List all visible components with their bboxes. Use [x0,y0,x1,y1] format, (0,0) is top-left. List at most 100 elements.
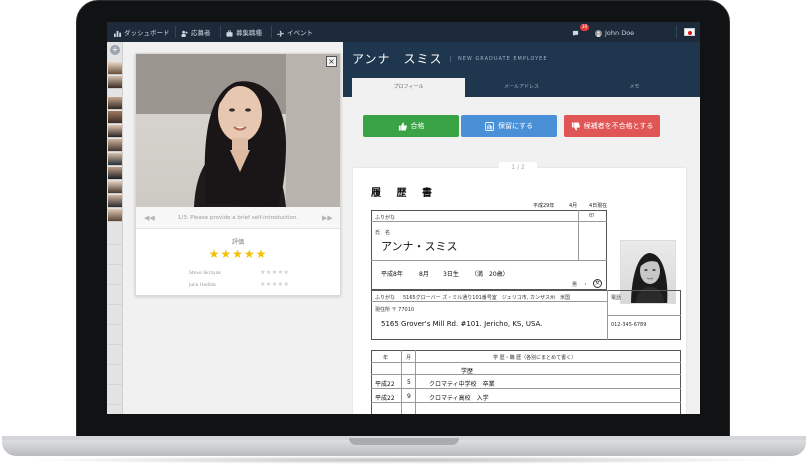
applicant-thumbnail[interactable] [108,111,122,124]
age: （満 20歳） [471,271,509,278]
tab-profile[interactable]: プロフィール [352,78,465,97]
applicant-name: アンナ・スミス [381,240,458,253]
nav-divider [175,26,176,38]
rater-stars: ★★★★★ [260,281,290,288]
divider [578,210,579,260]
applicant-thumbnail[interactable] [108,167,122,180]
applicant-thumbnail[interactable] [108,181,122,194]
resume-date-era: 平成29年 [533,203,555,209]
history-item: クロマティ高校 入学 [429,395,489,402]
resume-title: 履 歴 書 [371,188,438,199]
candidate-header: アンナ スミス NEW GRADUATE EMPLOYEE プロフィール メール… [343,42,700,97]
history-month: 9 [407,393,411,400]
history-col-year: 年 [383,355,389,361]
nav-jobs[interactable]: 募集職種 [226,28,262,38]
rating-title: 評価 [231,239,244,246]
nav-divider [220,26,221,38]
notification-badge: 30 [580,24,589,31]
japan-flag-icon[interactable] [684,28,695,36]
empty-slot [108,332,122,345]
seal-label: 印 [589,213,595,219]
history-col-item: 学 歴・職 歴（各別にまとめて書く） [493,355,577,361]
divider [371,374,681,375]
pass-button[interactable]: 合格 [363,115,459,137]
close-button[interactable]: × [326,56,337,67]
action-bar: 合格 保留にする 候補者を不合格とする [343,97,700,152]
divider [415,350,416,414]
history-month: 5 [407,379,411,386]
applicant-thumbnail[interactable] [108,209,122,222]
nav-events[interactable]: イベント [277,28,313,38]
history-year: 平成22 [375,381,395,388]
history-col-month: 月 [406,355,412,361]
page-number: 1 / 2 [499,162,537,174]
history-heading: 学歴 [461,368,474,375]
video-frame [136,54,340,207]
overall-rating-stars[interactable]: ★★★★★ [136,247,340,261]
resume-date-month: 4月 [569,203,578,209]
pass-label: 合格 [410,122,425,130]
reject-button[interactable]: 候補者を不合格とする [564,115,660,137]
chat-bubble-icon [572,30,579,36]
reject-label: 候補者を不合格とする [583,122,654,130]
nav-events-label: イベント [287,29,313,37]
phone-value: 012-345-6789 [611,322,647,328]
applicant-thumbnail[interactable] [108,97,122,110]
empty-slot [108,392,122,405]
candidate-role: NEW GRADUATE EMPLOYEE [450,56,547,62]
rater-name: Julia Hadida [189,283,216,288]
profile-tabs: プロフィール メールアドレス メモ [352,78,692,97]
applicant-thumbnail[interactable] [108,62,122,75]
interview-video[interactable] [136,54,340,207]
rater-name: Steve Skrzyak [189,271,221,276]
notification-button[interactable] [572,28,579,38]
hold-button[interactable]: 保留にする [461,115,557,137]
empty-slot [108,312,122,325]
nav-dashboard[interactable]: ダッシュボード [114,28,170,38]
empty-slot [108,372,122,385]
applicant-thumbnail[interactable] [108,153,122,166]
question-bar: ◀◀ 1/3: Please provide a brief self-intr… [136,207,340,229]
empty-slot [108,252,122,265]
avatar [595,29,602,37]
airplane-icon [277,30,284,37]
users-icon [181,30,188,37]
address-furigana: 5165グローバー ズ・ミル通り101番号室 ジェリコ市, カンザス州 米国 [403,295,570,301]
resume-date-day: 4日現在 [589,203,608,209]
candidate-name: アンナ スミス [352,52,443,66]
applicant-thumbnail[interactable] [108,139,122,152]
phone-label: 電話 [611,295,622,301]
thumbs-down-icon [571,121,580,131]
nav-applicants[interactable]: 応募者 [181,28,211,38]
tab-email[interactable]: メールアドレス [465,78,578,97]
hold-label: 保留にする [497,122,534,130]
applicant-thumbnail[interactable] [108,125,122,138]
user-menu[interactable]: John Doe [595,28,634,38]
name-label: 氏 名 [375,230,391,236]
applicant-thumbnail[interactable] [108,76,122,89]
empty-slot [108,272,122,285]
thumbs-up-icon [398,121,407,131]
divider [607,315,681,316]
nav-applicants-label: 応募者 [191,29,211,37]
sex-separator: ・ [583,282,589,288]
empty-slot [108,232,122,245]
stage: ダッシュボード 応募者 募集職種 イベント 30 John Doe + × ◀◀… [0,0,808,466]
address-value: 5165 Grover's Mill Rd. #101. Jericho, KS… [381,320,543,328]
hand-icon [484,121,494,131]
birth-day: 3日生 [443,271,459,278]
divider [371,301,607,302]
divider [371,362,681,363]
top-nav: ダッシュボード 応募者 募集職種 イベント 30 John Doe [107,22,700,42]
laptop-notch [349,438,459,445]
bar-chart-icon [114,30,121,37]
nav-dashboard-label: ダッシュボード [124,29,170,37]
tab-memo[interactable]: メモ [578,78,691,97]
furigana-label: ふりがな [375,215,396,221]
video-panel: × ◀◀ 1/3: Please provide a brief self-in… [135,53,341,296]
add-icon[interactable]: + [110,45,120,55]
nav-divider [271,26,272,38]
applicant-thumbnail[interactable] [108,195,122,208]
birth-month: 8月 [419,271,429,278]
next-question-icon[interactable]: ▶▶ [322,214,333,222]
